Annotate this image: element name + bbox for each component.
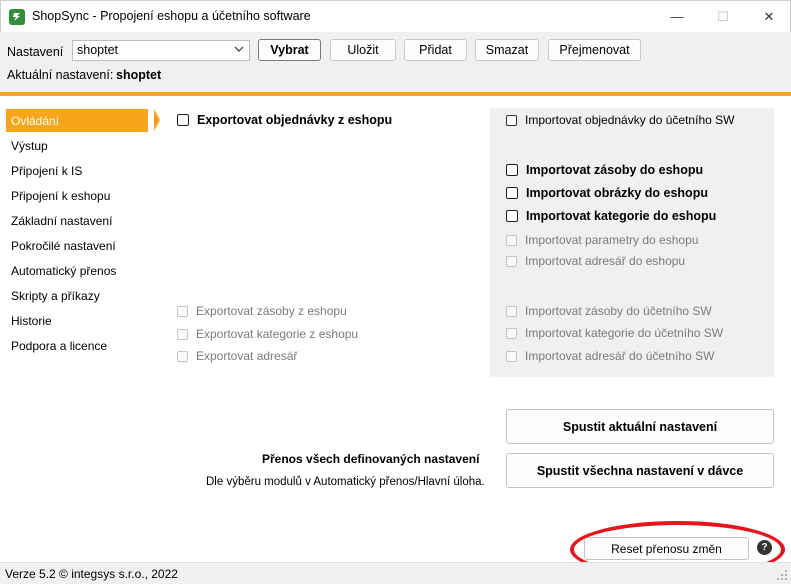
delete-button[interactable]: Smazat xyxy=(475,39,539,61)
checkbox-box xyxy=(177,350,188,362)
checkbox-label: Importovat zásoby do eshopu xyxy=(526,163,704,177)
sidebar-item-pokrocile-nastaveni[interactable]: Pokročilé nastavení xyxy=(6,234,148,257)
export-categories-checkbox[interactable]: Exportovat kategorie z eshopu xyxy=(177,327,358,341)
current-settings-label: Aktuální nastavení: xyxy=(7,68,114,82)
chevron-down-icon xyxy=(234,46,244,52)
checkbox-label: Importovat obrázky do eshopu xyxy=(526,186,708,200)
current-settings-value: shoptet xyxy=(116,68,162,82)
shopsync-logo-icon xyxy=(9,9,25,25)
sidebar-item-label: Výstup xyxy=(11,138,48,153)
sidebar-item-label: Ovládání xyxy=(11,113,60,128)
checkbox-box xyxy=(506,234,517,246)
save-button[interactable]: Uložit xyxy=(330,39,396,61)
maximize-icon[interactable]: ☐ xyxy=(700,1,746,32)
import-orders-sw-checkbox[interactable]: Importovat objednávky do účetního SW xyxy=(506,113,734,127)
window-title: ShopSync - Propojení eshopu a účetního s… xyxy=(32,9,311,23)
transfer-title: Přenos všech definovaných nastavení xyxy=(262,452,480,466)
checkbox-label: Exportovat zásoby z eshopu xyxy=(196,304,347,318)
sidebar-item-label: Připojení k IS xyxy=(11,163,83,178)
checkbox-box xyxy=(506,187,518,199)
sidebar-item-historie[interactable]: Historie xyxy=(6,309,148,332)
sidebar-item-label: Podpora a licence xyxy=(11,338,108,353)
run-current-button[interactable]: Spustit aktuální nastavení xyxy=(506,409,774,444)
settings-select-value: shoptet xyxy=(77,43,119,57)
checkbox-label: Importovat parametry do eshopu xyxy=(525,233,699,247)
export-orders-checkbox[interactable]: Exportovat objednávky z eshopu xyxy=(177,113,392,127)
checkbox-label: Importovat adresář do účetního SW xyxy=(525,349,715,363)
import-categories-eshop-checkbox[interactable]: Importovat kategorie do eshopu xyxy=(506,209,716,223)
minimize-icon[interactable]: — xyxy=(654,1,700,32)
add-button[interactable]: Přidat xyxy=(404,39,467,61)
checkbox-box xyxy=(177,114,189,126)
checkbox-box xyxy=(506,305,517,317)
sidebar-item-pripojeni-eshop[interactable]: Připojení k eshopu xyxy=(6,184,148,207)
export-addresses-checkbox[interactable]: Exportovat adresář xyxy=(177,349,297,363)
checkbox-label: Importovat objednávky do účetního SW xyxy=(525,113,735,127)
sidebar-item-vystup[interactable]: Výstup xyxy=(6,134,148,157)
checkbox-label: Importovat adresář do eshopu xyxy=(525,254,686,268)
checkbox-label: Exportovat adresář xyxy=(196,349,298,363)
import-stock-sw-checkbox[interactable]: Importovat zásoby do účetního SW xyxy=(506,304,712,318)
checkbox-box xyxy=(506,255,517,267)
import-addresses-eshop-checkbox[interactable]: Importovat adresář do eshopu xyxy=(506,254,685,268)
sidebar-item-label: Základní nastavení xyxy=(11,213,113,228)
resize-grip-icon[interactable] xyxy=(776,569,788,581)
version-text: Verze 5.2 © integsys s.r.o., 2022 xyxy=(5,567,178,581)
checkbox-box xyxy=(506,164,518,176)
rename-button[interactable]: Přejmenovat xyxy=(548,39,641,61)
checkbox-label: Exportovat objednávky z eshopu xyxy=(197,113,393,127)
export-stock-checkbox[interactable]: Exportovat zásoby z eshopu xyxy=(177,304,347,318)
checkbox-box xyxy=(506,210,518,222)
help-icon[interactable]: ? xyxy=(757,540,772,555)
sidebar-item-skripty[interactable]: Skripty a příkazy xyxy=(6,284,148,307)
sidebar-item-zakladni-nastaveni[interactable]: Základní nastavení xyxy=(6,209,148,232)
sidebar-item-label: Připojení k eshopu xyxy=(11,188,111,203)
checkbox-box xyxy=(506,350,517,362)
checkbox-label: Exportovat kategorie z eshopu xyxy=(196,327,359,341)
settings-select[interactable]: shoptet xyxy=(72,40,250,61)
sidebar-item-automaticky-prenos[interactable]: Automatický přenos xyxy=(6,259,148,282)
close-icon[interactable]: ✕ xyxy=(746,1,791,32)
sidebar-item-label: Historie xyxy=(11,313,52,328)
checkbox-label: Importovat zásoby do účetního SW xyxy=(525,304,712,318)
import-images-eshop-checkbox[interactable]: Importovat obrázky do eshopu xyxy=(506,186,708,200)
sidebar-item-podpora[interactable]: Podpora a licence xyxy=(6,334,148,357)
title-bar: ShopSync - Propojení eshopu a účetního s… xyxy=(0,0,791,32)
sidebar-item-ovladani[interactable]: Ovládání xyxy=(6,109,160,132)
sidebar-item-label: Pokročilé nastavení xyxy=(11,238,116,253)
settings-label: Nastavení xyxy=(7,45,64,59)
checkbox-box xyxy=(177,328,188,340)
checkbox-box xyxy=(506,327,517,339)
checkbox-box xyxy=(506,114,517,126)
sidebar-item-label: Skripty a příkazy xyxy=(11,288,100,303)
sidebar-item-pripojeni-is[interactable]: Připojení k IS xyxy=(6,159,148,182)
import-stock-eshop-checkbox[interactable]: Importovat zásoby do eshopu xyxy=(506,163,703,177)
run-all-button[interactable]: Spustit všechna nastavení v dávce xyxy=(506,453,774,488)
sidebar-item-label: Automatický přenos xyxy=(11,263,117,278)
import-addresses-sw-checkbox[interactable]: Importovat adresář do účetního SW xyxy=(506,349,714,363)
checkbox-label: Importovat kategorie do eshopu xyxy=(526,209,717,223)
checkbox-label: Importovat kategorie do účetního SW xyxy=(525,326,724,340)
reset-button[interactable]: Reset přenosu změn xyxy=(584,537,749,560)
import-categories-sw-checkbox[interactable]: Importovat kategorie do účetního SW xyxy=(506,326,723,340)
import-params-eshop-checkbox[interactable]: Importovat parametry do eshopu xyxy=(506,233,698,247)
select-button[interactable]: Vybrat xyxy=(258,39,321,61)
transfer-note: Dle výběru modulů v Automatický přenos/H… xyxy=(206,476,485,488)
checkbox-box xyxy=(177,305,188,317)
